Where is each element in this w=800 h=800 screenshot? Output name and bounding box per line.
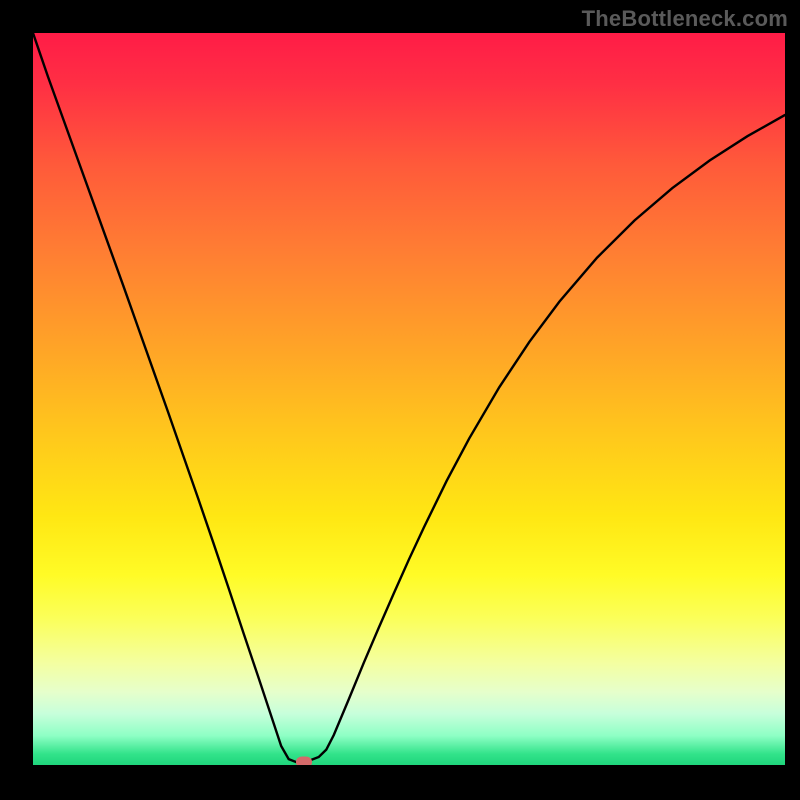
chart-frame: TheBottleneck.com — [0, 0, 800, 800]
bottleneck-curve — [33, 33, 785, 765]
watermark-text: TheBottleneck.com — [582, 6, 788, 32]
plot-area — [33, 33, 785, 765]
minimum-marker — [296, 757, 312, 765]
